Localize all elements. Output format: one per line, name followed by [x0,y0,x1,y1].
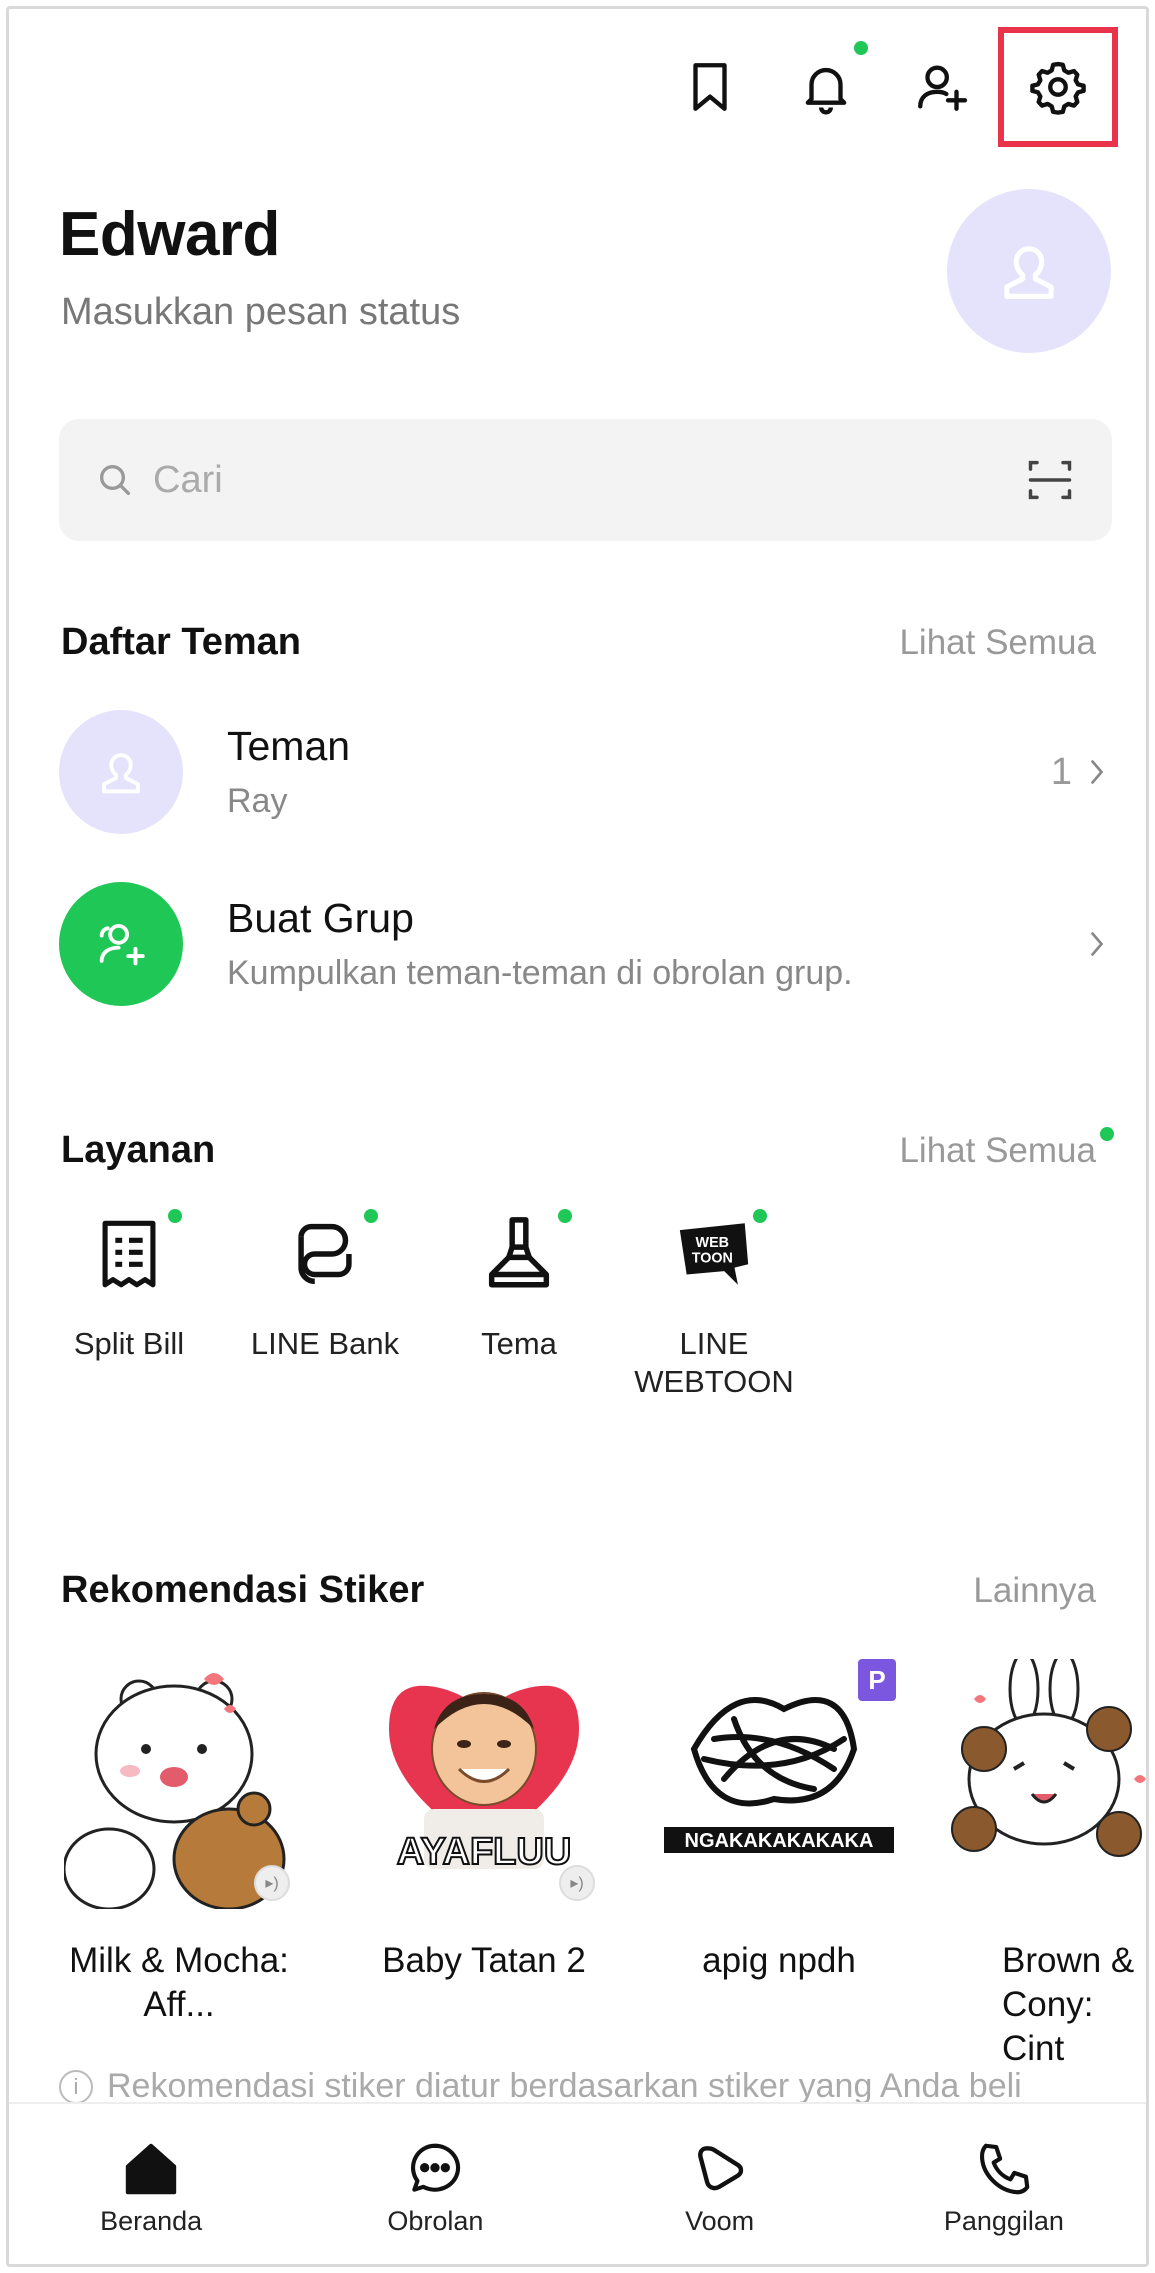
webtoon-icon: WEBTOON [679,1223,749,1285]
settings-button[interactable] [998,27,1118,147]
sticker-image-milk-mocha: ▸) [62,1659,294,1911]
nav-label: Panggilan [943,2205,1064,2236]
service-label: Split Bill [73,1326,185,1361]
status-message-field[interactable]: Masukkan pesan status [61,291,460,334]
add-friend-button[interactable] [884,29,1000,145]
add-friend-icon [918,65,968,111]
search-input[interactable] [153,458,1024,502]
notification-dot [854,41,868,55]
bell-icon [805,67,847,115]
service-split-bill[interactable]: Split Bill [49,1209,209,1363]
bottom-navigation: Beranda Obrolan Voom Panggilan [9,2102,1146,2264]
search-icon [100,465,130,495]
create-group-row[interactable]: Buat Grup Kumpulkan teman-teman di obrol… [59,879,1112,1009]
sticker-caption: AYAFLUU [397,1831,572,1873]
service-label: Tema [481,1326,557,1361]
nav-label: Voom [685,2205,755,2236]
profile-avatar[interactable] [947,189,1111,353]
chevron-right-icon [1091,760,1104,784]
webtoon-icon-text-top: WEB [696,1235,729,1251]
create-group-avatar [59,882,183,1006]
nav-home[interactable]: Beranda [9,2104,293,2264]
home-icon [125,2143,177,2194]
sticker-image-apig: NGAKAKAKAKAKA P [664,1659,896,1909]
sound-icon: ▸) [559,1865,595,1901]
friends-row[interactable]: Teman Ray 1 [59,707,1112,837]
friends-count: 1 [1050,750,1072,793]
stickers-section-title: Rekomendasi Stiker [61,1569,425,1611]
qr-scan-icon[interactable] [1024,454,1076,506]
service-label: LINE WEBTOON [634,1326,794,1399]
group-add-icon [99,923,145,966]
nav-label: Obrolan [387,2205,484,2236]
sticker-note-text: Rekomendasi stiker diatur berdasarkan st… [107,2067,1022,2105]
service-theme[interactable]: Tema [439,1209,599,1363]
search-bar[interactable] [59,419,1112,541]
nav-calls[interactable]: Panggilan [862,2104,1146,2264]
create-group-title: Buat Grup [227,895,414,941]
friends-section-title: Daftar Teman [61,621,302,663]
sound-icon: ▸) [254,1865,290,1901]
sticker-item[interactable]: Brown & Cony: Cint [944,1651,1146,2071]
nav-label: Beranda [100,2205,203,2236]
sticker-image-baby-tatan: AYAFLUU ▸) [369,1659,599,1909]
new-dot [1100,1127,1114,1141]
app-screen: Edward Masukkan pesan status Daftar Tema… [6,6,1149,2267]
chevron-right-icon [1091,932,1104,956]
sticker-name: Brown & Cony: Cint [1002,1941,1135,2068]
friends-see-all-link[interactable]: Lihat Semua [899,623,1096,663]
voom-icon [697,2145,743,2190]
sticker-name: Baby Tatan 2 [382,1941,586,1980]
services-section-title: Layanan [61,1129,216,1171]
bookmark-icon [693,63,727,111]
new-dot [364,1209,378,1223]
friends-row-subtitle: Ray [227,782,288,820]
webtoon-icon-text-bottom: TOON [692,1251,733,1267]
person-icon [1004,246,1054,299]
service-line-bank[interactable]: LINE Bank [245,1209,405,1363]
sticker-item[interactable]: NGAKAKAKAKAKA P apig npdh [659,1659,899,1983]
notifications-button[interactable] [768,29,884,145]
new-dot [168,1209,182,1223]
gear-icon [1030,61,1086,115]
sticker-name: Milk & Mocha: Aff... [69,1941,289,2024]
phone-icon [979,2143,1030,2194]
nav-voom[interactable]: Voom [578,2104,862,2264]
info-icon: i [59,2069,93,2104]
friends-avatar [59,710,183,834]
new-dot [558,1209,572,1223]
brush-icon [488,1217,550,1288]
top-bar [652,27,1118,147]
friends-row-title: Teman [227,723,351,769]
nav-chats[interactable]: Obrolan [293,2104,577,2264]
sticker-recommendation-note: i Rekomendasi stiker diatur berdasarkan … [59,2067,1022,2106]
service-webtoon[interactable]: WEB TOON LINE WEBTOON [634,1209,794,1401]
line-bank-icon [298,1223,352,1285]
chat-icon [411,2143,461,2192]
services-see-all-link[interactable]: Lihat Semua [899,1127,1114,1171]
bookmark-button[interactable] [652,29,768,145]
premium-badge: P [858,1659,896,1701]
stickers-more-link[interactable]: Lainnya [973,1571,1096,1611]
sticker-name: apig npdh [702,1941,856,1980]
service-label: LINE Bank [250,1326,400,1361]
new-dot [753,1209,767,1223]
sticker-item[interactable]: AYAFLUU ▸) Baby Tatan 2 [364,1659,604,1983]
sticker-item[interactable]: ▸) Milk & Mocha: Aff... [59,1659,299,2027]
sticker-caption: NGAKAKAKAKAKA [685,1830,874,1852]
sticker-image-brown-cony [944,1651,1146,1909]
person-icon [102,753,140,794]
services-see-all-label: Lihat Semua [899,1131,1096,1170]
create-group-subtitle: Kumpulkan teman-teman di obrolan grup. [227,954,853,992]
receipt-icon [102,1220,156,1288]
profile-name[interactable]: Edward [59,199,280,270]
